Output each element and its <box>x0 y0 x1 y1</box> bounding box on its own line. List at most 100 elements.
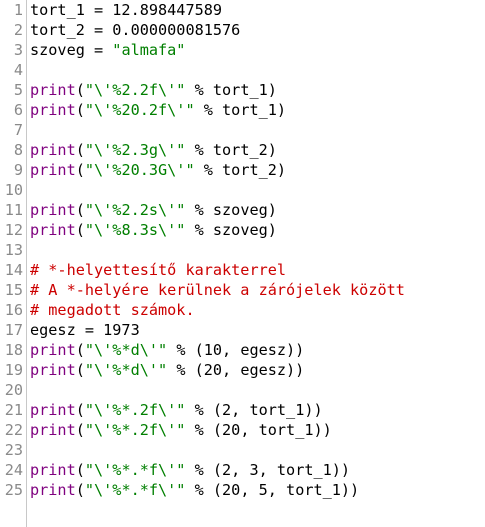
line-number: 13 <box>4 241 23 259</box>
code-line[interactable]: 20 <box>0 380 485 400</box>
string-token: "\'%*.2f\'" <box>84 421 186 439</box>
code-token: ( <box>75 101 85 119</box>
line-number: 24 <box>4 461 23 479</box>
string-token: "\'%8.3s\'" <box>84 221 186 239</box>
code-token: ( <box>75 361 85 379</box>
string-token: "\'%20.2f\'" <box>84 101 195 119</box>
line-number: 19 <box>4 361 23 379</box>
code-line[interactable]: 23 <box>0 440 485 460</box>
line-code: print("\'%*d\'" % (10, egesz)) <box>30 340 304 360</box>
comment-token: # megadott számok. <box>30 301 195 319</box>
code-line[interactable]: 3 szoveg = "almafa" <box>0 40 485 60</box>
code-line[interactable]: 6 print("\'%20.2f\'" % tort_1) <box>0 100 485 120</box>
code-line[interactable]: 21 print("\'%*.2f\'" % (2, tort_1)) <box>0 400 485 420</box>
code-token: szoveg = <box>30 41 113 59</box>
line-number: 15 <box>4 281 23 299</box>
string-token: "\'%*d\'" <box>84 361 168 379</box>
code-line[interactable]: 2 tort_2 = 0.000000081576 <box>0 20 485 40</box>
string-token: "\'%2.2f\'" <box>84 81 186 99</box>
line-code: print("\'%*.*f\'" % (2, 3, tort_1)) <box>30 460 350 480</box>
line-number: 8 <box>13 141 23 159</box>
line-code: print("\'%*.2f\'" % (20, tort_1)) <box>30 420 332 440</box>
line-code: print("\'%2.2f\'" % tort_1) <box>30 80 277 100</box>
code-token: % tort_2) <box>194 161 287 179</box>
line-code: print("\'%8.3s\'" % szoveg) <box>30 220 277 240</box>
code-line[interactable]: 9 print("\'%20.3G\'" % tort_2) <box>0 160 485 180</box>
code-token: % tort_1) <box>194 101 287 119</box>
line-code: tort_1 = 12.898447589 <box>30 0 222 20</box>
line-number: 25 <box>4 481 23 499</box>
code-token: tort_1 = 12.898447589 <box>30 1 223 19</box>
keyword-token: print <box>30 341 76 359</box>
code-token: ( <box>75 201 85 219</box>
code-line[interactable]: 7 <box>0 120 485 140</box>
line-code: print("\'%2.3g\'" % tort_2) <box>30 140 277 160</box>
code-line[interactable]: 19 print("\'%*d\'" % (20, egesz)) <box>0 360 485 380</box>
code-token: % szoveg) <box>185 221 277 239</box>
code-line[interactable]: 14 # *-helyettesítő karakterrel <box>0 260 485 280</box>
line-code: print("\'%*.2f\'" % (2, tort_1)) <box>30 400 323 420</box>
line-number: 1 <box>13 1 23 19</box>
code-token: ( <box>75 81 85 99</box>
line-code: # A *-helyére kerülnek a zárójelek közöt… <box>30 280 405 300</box>
string-token: "\'%2.2s\'" <box>84 201 186 219</box>
code-token: ( <box>75 481 85 499</box>
code-line[interactable]: 13 <box>0 240 485 260</box>
code-line[interactable]: 8 print("\'%2.3g\'" % tort_2) <box>0 140 485 160</box>
line-code: # *-helyettesítő karakterrel <box>30 260 286 280</box>
code-line[interactable]: 12 print("\'%8.3s\'" % szoveg) <box>0 220 485 240</box>
code-line[interactable]: 16 # megadott számok. <box>0 300 485 320</box>
keyword-token: print <box>30 81 76 99</box>
code-token: tort_2 = 0.000000081576 <box>30 21 241 39</box>
line-code: print("\'%20.3G\'" % tort_2) <box>30 160 286 180</box>
code-line[interactable]: 1 tort_1 = 12.898447589 <box>0 0 485 20</box>
keyword-token: print <box>30 161 76 179</box>
code-token: % tort_1) <box>185 81 277 99</box>
code-token: ( <box>75 401 85 419</box>
code-editor[interactable]: 1 tort_1 = 12.898447589 2 tort_2 = 0.000000… <box>0 0 485 527</box>
string-token: "\'%*.*f\'" <box>84 461 186 479</box>
code-line[interactable]: 10 <box>0 180 485 200</box>
code-token: % (20, 5, tort_1)) <box>185 481 360 499</box>
keyword-token: print <box>30 461 76 479</box>
keyword-token: print <box>30 201 76 219</box>
code-line[interactable]: 22 print("\'%*.2f\'" % (20, tort_1)) <box>0 420 485 440</box>
code-line[interactable]: 4 <box>0 60 485 80</box>
line-number: 7 <box>13 121 23 139</box>
keyword-token: print <box>30 401 76 419</box>
keyword-token: print <box>30 361 76 379</box>
comment-token: # A *-helyére kerülnek a zárójelek közöt… <box>30 281 405 299</box>
code-line[interactable]: 15 # A *-helyére kerülnek a zárójelek köz… <box>0 280 485 300</box>
code-token: % (10, egesz)) <box>167 341 305 359</box>
code-line[interactable]: 11 print("\'%2.2s\'" % szoveg) <box>0 200 485 220</box>
code-line[interactable]: 17 egesz = 1973 <box>0 320 485 340</box>
code-line[interactable]: 5 print("\'%2.2f\'" % tort_1) <box>0 80 485 100</box>
string-token: "\'%20.3G\'" <box>84 161 195 179</box>
code-line[interactable]: 18 print("\'%*d\'" % (10, egesz)) <box>0 340 485 360</box>
line-number: 22 <box>4 421 23 439</box>
code-token: egesz = 1973 <box>30 321 140 339</box>
line-number: 18 <box>4 341 23 359</box>
code-token: % (2, tort_1)) <box>185 401 323 419</box>
line-number: 21 <box>4 401 23 419</box>
code-token: ( <box>75 161 85 179</box>
line-code: szoveg = "almafa" <box>30 40 185 60</box>
line-number: 11 <box>4 201 23 219</box>
line-code: print("\'%2.2s\'" % szoveg) <box>30 200 277 220</box>
line-number: 14 <box>4 261 23 279</box>
string-token: "\'%2.3g\'" <box>84 141 186 159</box>
code-token: % tort_2) <box>185 141 277 159</box>
line-number: 3 <box>13 41 23 59</box>
code-token: % (2, 3, tort_1)) <box>185 461 351 479</box>
line-code: # megadott számok. <box>30 300 195 320</box>
code-token: % szoveg) <box>185 201 277 219</box>
comment-token: # *-helyettesítő karakterrel <box>30 261 287 279</box>
string-token: "almafa" <box>112 41 186 59</box>
line-number: 10 <box>4 181 23 199</box>
code-token: ( <box>75 341 85 359</box>
code-line[interactable]: 25 print("\'%*.*f\'" % (20, 5, tort_1)) <box>0 480 485 500</box>
keyword-token: print <box>30 421 76 439</box>
code-line[interactable]: 24 print("\'%*.*f\'" % (2, 3, tort_1)) <box>0 460 485 480</box>
line-code: tort_2 = 0.000000081576 <box>30 20 240 40</box>
keyword-token: print <box>30 221 76 239</box>
